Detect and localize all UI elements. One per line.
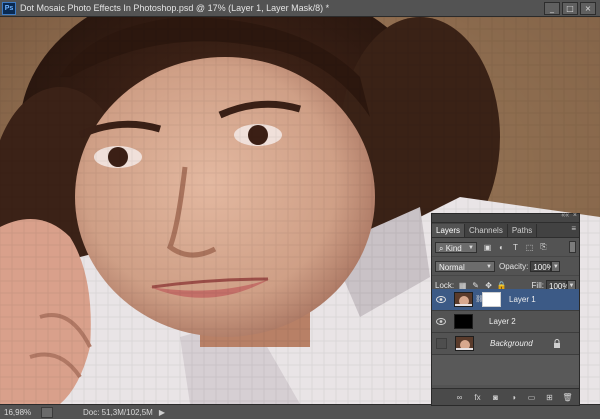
filter-row: ⌕ Kind ▼ ▣ ◐ T ⬚ ⎘: [432, 238, 579, 257]
layer-row-layer-2[interactable]: Layer 2: [432, 311, 579, 333]
panel-header-strip: «« ×: [432, 212, 579, 223]
close-button[interactable]: ×: [580, 2, 596, 15]
smart-object-filter-icon[interactable]: ⎘: [539, 242, 548, 252]
kind-filter-dropdown[interactable]: ⌕ Kind ▼: [435, 241, 477, 253]
tab-channels[interactable]: Channels: [465, 224, 508, 237]
ps-logo-icon: Ps: [2, 1, 16, 15]
filter-icons: ▣ ◐ T ⬚ ⎘: [483, 242, 548, 252]
blend-row: Normal ▼ Opacity: 100% ▼: [432, 257, 579, 276]
panel-footer: ∞ fx ◙ ◑ ▭ ⊞ 🗑: [432, 388, 579, 405]
image-filter-icon[interactable]: ▣: [483, 243, 492, 252]
shape-filter-icon[interactable]: ⬚: [525, 243, 534, 252]
kind-label: Kind: [445, 243, 462, 253]
fx-icon[interactable]: fx: [472, 392, 483, 402]
layer-name: Layer 2: [489, 317, 516, 326]
layer-row-background[interactable]: Background: [432, 333, 579, 355]
layer-row-layer-1[interactable]: ⛓ Layer 1: [432, 289, 579, 311]
panel-tabs: Layers Channels Paths ≡: [432, 223, 579, 238]
opacity-slider-arrow-icon[interactable]: ▼: [551, 260, 561, 272]
blend-mode-value: Normal: [439, 262, 465, 272]
group-folder-icon[interactable]: ▭: [526, 392, 537, 402]
photoshop-window: Ps Dot Mosaic Photo Effects In Photoshop…: [0, 0, 600, 419]
chevron-down-icon: ▼: [468, 244, 474, 251]
lock-icon: [553, 339, 561, 350]
tab-layers[interactable]: Layers: [432, 224, 466, 237]
add-mask-icon[interactable]: ◙: [490, 392, 501, 402]
layer-thumbnail: [455, 336, 474, 351]
mask-link-icon[interactable]: ⛓: [475, 295, 484, 305]
opacity-input[interactable]: 100%: [530, 260, 554, 272]
layer-name: Background: [490, 339, 533, 348]
title-bar: Ps Dot Mosaic Photo Effects In Photoshop…: [0, 0, 600, 17]
doc-size-info: Doc: 51,3M/102,5M: [83, 408, 153, 417]
chevron-down-icon: ▼: [486, 263, 492, 270]
window-controls: _ □ ×: [544, 2, 596, 15]
minimize-button[interactable]: _: [544, 2, 560, 15]
search-icon: ⌕: [439, 243, 444, 253]
zoom-level[interactable]: 16,98%: [2, 407, 38, 418]
visibility-toggle-off[interactable]: [436, 338, 447, 349]
filter-toggle-switch[interactable]: [569, 241, 576, 253]
adjustment-filter-icon[interactable]: ◐: [497, 243, 506, 252]
link-layers-icon[interactable]: ∞: [454, 392, 465, 402]
status-info-icon[interactable]: [41, 407, 53, 418]
new-layer-icon[interactable]: ⊞: [544, 392, 555, 402]
collapse-panel-icon[interactable]: ««: [561, 212, 569, 219]
status-bar: 16,98% Doc: 51,3M/102,5M ▶: [0, 404, 600, 419]
opacity-label: Opacity:: [499, 261, 529, 271]
layer-name: Layer 1: [509, 295, 536, 304]
trash-icon[interactable]: 🗑: [562, 392, 573, 402]
panel-menu-icon[interactable]: ≡: [571, 224, 576, 233]
layer-thumbnail: [454, 314, 473, 329]
adjustment-layer-icon[interactable]: ◑: [508, 392, 519, 402]
layer-mask-thumbnail[interactable]: [482, 292, 501, 307]
close-panel-icon[interactable]: ×: [573, 212, 577, 219]
layers-panel: «« × Layers Channels Paths ≡ ⌕ Kind ▼ ▣ …: [431, 212, 580, 406]
type-filter-icon[interactable]: T: [511, 243, 520, 252]
maximize-button[interactable]: □: [562, 2, 578, 15]
blend-mode-dropdown[interactable]: Normal ▼: [435, 260, 495, 272]
tab-paths[interactable]: Paths: [508, 224, 538, 237]
eye-icon[interactable]: [435, 317, 446, 327]
status-menu-arrow-icon[interactable]: ▶: [159, 408, 165, 417]
eye-icon[interactable]: [435, 295, 446, 305]
layer-list: ⛓ Layer 1 Layer 2 Background: [432, 289, 579, 385]
layer-thumbnail: [454, 292, 473, 307]
document-title: Dot Mosaic Photo Effects In Photoshop.ps…: [20, 3, 330, 13]
